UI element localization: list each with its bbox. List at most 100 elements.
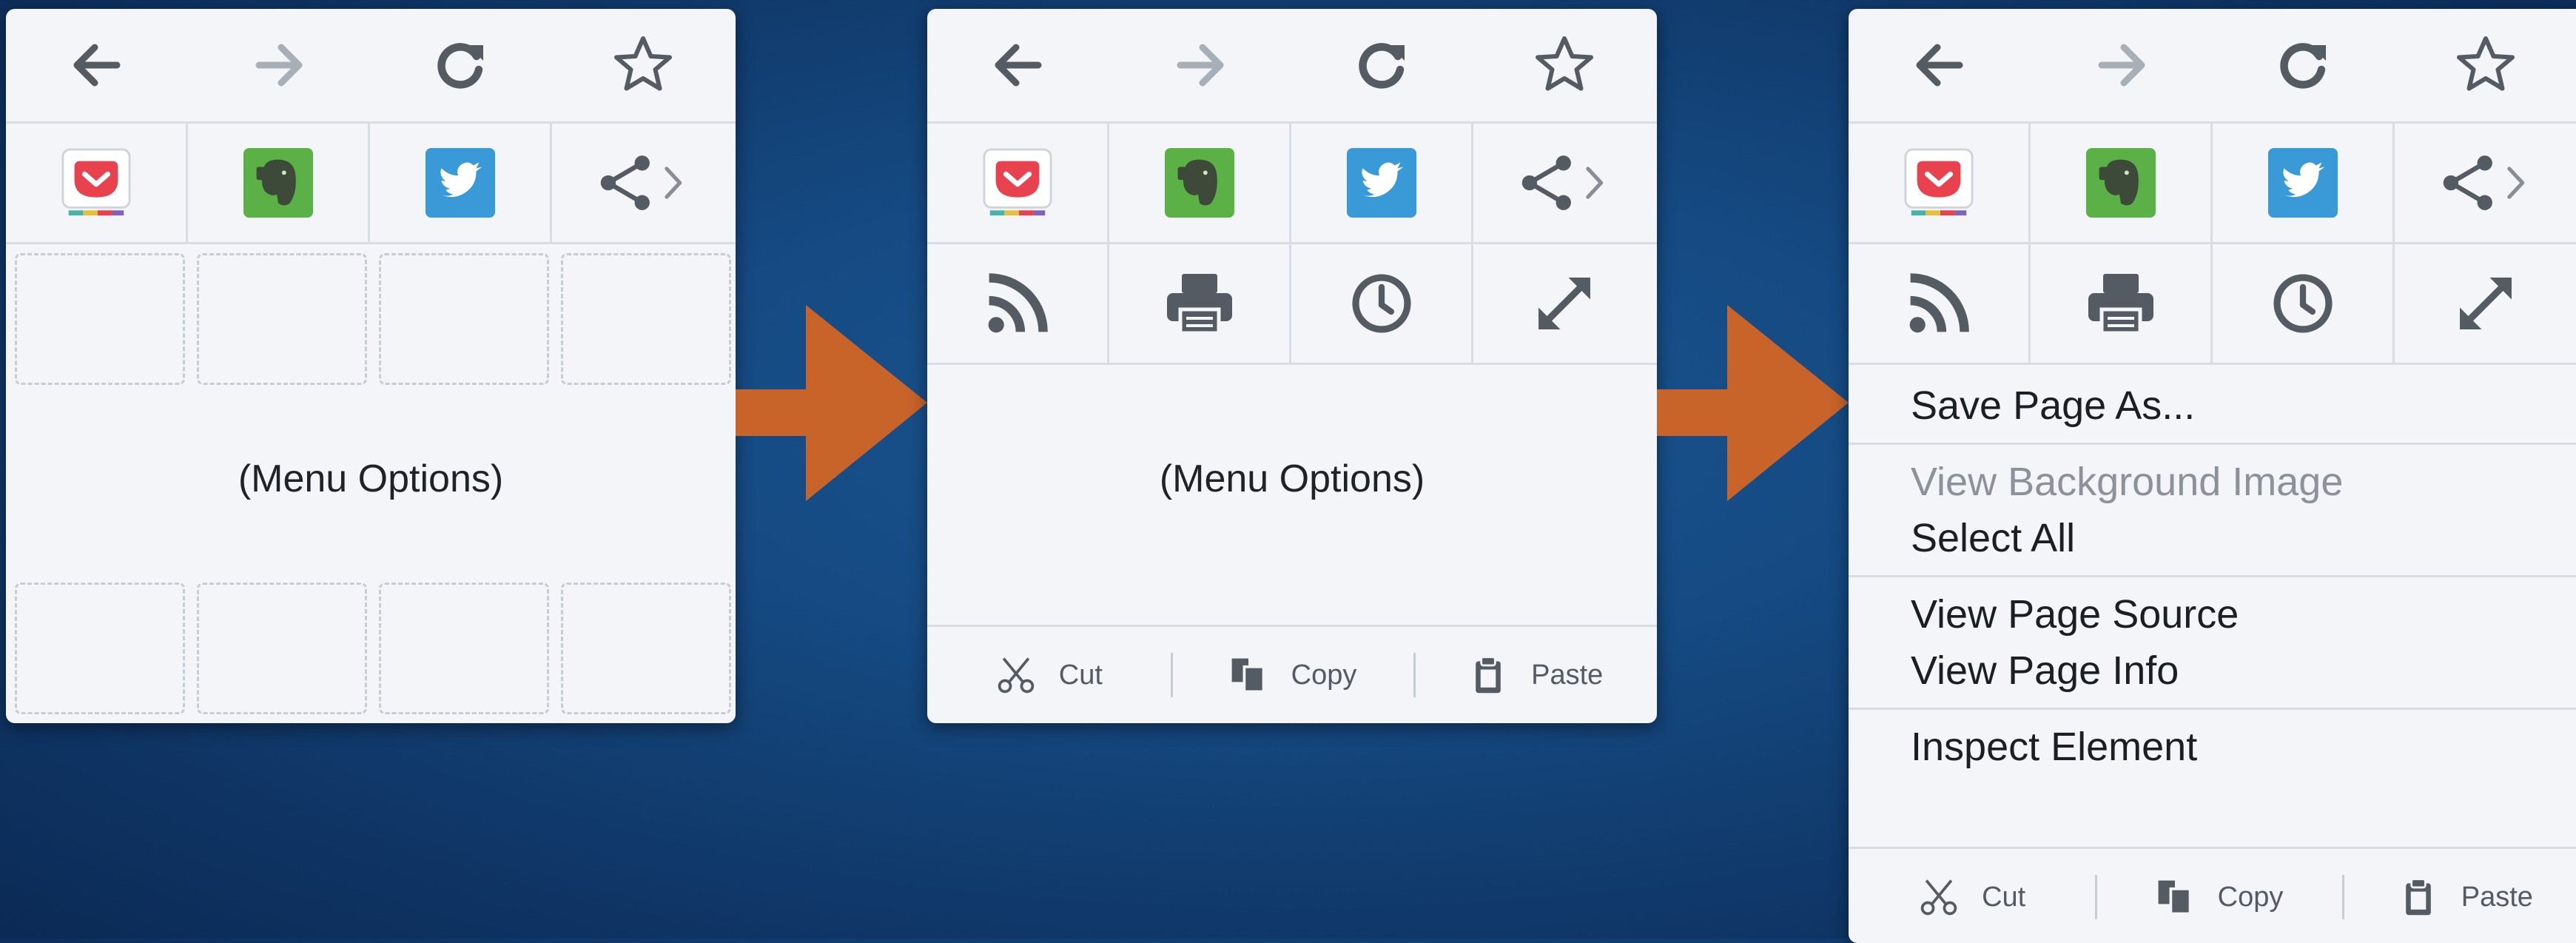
cut-button[interactable]: Cut [927, 627, 1171, 723]
share-icon [1521, 155, 1604, 210]
evernote-icon [243, 147, 313, 218]
history-button[interactable] [1291, 244, 1473, 363]
print-button[interactable] [1109, 244, 1291, 363]
copy-label: Copy [2217, 881, 2284, 913]
pocket-icon [982, 148, 1052, 216]
empty-slot-row-bottom [6, 583, 736, 714]
reload-icon [1359, 43, 1405, 89]
back-arrow-icon [73, 44, 121, 87]
print-icon [1166, 274, 1232, 335]
empty-slot-row-top [6, 253, 736, 385]
reload-button[interactable] [370, 9, 552, 121]
share-more-button[interactable] [552, 124, 734, 242]
copy-button[interactable]: Copy [1170, 627, 1414, 723]
bookmark-button[interactable] [1473, 9, 1655, 121]
paste-button[interactable]: Paste [1413, 627, 1657, 723]
history-clock-icon [2273, 274, 2333, 333]
empty-slot[interactable] [15, 583, 185, 714]
evernote-button[interactable] [1109, 124, 1291, 242]
menu-options-label: (Menu Options) [1159, 457, 1425, 500]
menu-panel-customized: (Menu Options) Cut Copy Paste [927, 9, 1657, 723]
menu-item-view-page-source[interactable]: View Page Source [1849, 586, 2576, 642]
fullscreen-icon [2460, 278, 2512, 329]
clipboard-icon [2405, 878, 2431, 916]
twitter-icon [425, 147, 495, 218]
reload-icon [2280, 43, 2326, 89]
fullscreen-button[interactable] [1473, 244, 1655, 363]
paste-button[interactable]: Paste [2341, 849, 2576, 943]
copy-icon [1231, 658, 1265, 694]
history-button[interactable] [2213, 244, 2395, 363]
evernote-icon [1164, 147, 1234, 218]
back-button[interactable] [1849, 9, 2031, 121]
evernote-button[interactable] [188, 124, 370, 242]
evernote-icon [2085, 147, 2156, 218]
paste-label: Paste [2461, 881, 2533, 913]
history-clock-icon [1351, 274, 1411, 333]
back-arrow-icon [995, 44, 1042, 87]
print-button[interactable] [2031, 244, 2213, 363]
pocket-button[interactable] [927, 124, 1109, 242]
reload-icon [437, 43, 483, 89]
empty-slot[interactable] [379, 253, 549, 385]
navigation-row [927, 9, 1657, 124]
empty-slot[interactable] [379, 583, 549, 714]
empty-slot[interactable] [561, 583, 731, 714]
pocket-button[interactable] [1849, 124, 2031, 242]
twitter-button[interactable] [2213, 124, 2395, 242]
share-row [6, 124, 736, 244]
rss-button[interactable] [1849, 244, 2031, 363]
menu-item-view-page-info[interactable]: View Page Info [1849, 642, 2576, 699]
evernote-button[interactable] [2031, 124, 2213, 242]
menu-item-select-all[interactable]: Select All [1849, 510, 2576, 566]
back-button[interactable] [6, 9, 188, 121]
scissors-icon [998, 657, 1035, 694]
twitter-button[interactable] [370, 124, 552, 242]
fullscreen-icon [1538, 278, 1590, 329]
share-more-button[interactable] [2395, 124, 2576, 242]
forward-arrow-icon [255, 44, 303, 87]
bookmark-button[interactable] [2395, 9, 2576, 121]
bookmark-button[interactable] [552, 9, 734, 121]
back-arrow-icon [1916, 44, 1963, 87]
transition-arrow [736, 305, 927, 501]
pocket-icon [1903, 148, 1974, 216]
transition-arrow [1657, 305, 1849, 501]
empty-slot[interactable] [15, 253, 185, 385]
reload-button[interactable] [2213, 9, 2395, 121]
empty-slot[interactable] [197, 253, 367, 385]
menu-item-save-page-as[interactable]: Save Page As... [1849, 377, 2576, 434]
menu-item-inspect-element[interactable]: Inspect Element [1849, 719, 2576, 775]
star-icon [2457, 36, 2515, 91]
copy-button[interactable]: Copy [2095, 849, 2341, 943]
rss-icon [1909, 273, 1969, 333]
navigation-row [6, 9, 736, 124]
twitter-button[interactable] [1291, 124, 1473, 242]
forward-button[interactable] [1109, 9, 1291, 121]
forward-button[interactable] [188, 9, 370, 121]
scissors-icon [1920, 879, 1957, 916]
menu-group: Inspect Element [1849, 710, 2576, 784]
empty-slot[interactable] [197, 583, 367, 714]
copy-icon [2158, 880, 2192, 916]
menu-group: Save Page As... [1849, 369, 2576, 445]
back-button[interactable] [927, 9, 1109, 121]
rss-icon [988, 273, 1048, 333]
navigation-row [1849, 9, 2576, 124]
share-icon [2443, 155, 2525, 210]
fullscreen-button[interactable] [2395, 244, 2576, 363]
cut-button[interactable]: Cut [1849, 849, 2095, 943]
share-more-button[interactable] [1473, 124, 1655, 242]
menu-panel-default: (Menu Options) [6, 9, 736, 723]
context-menu-list: Save Page As... View Background Image Se… [1849, 369, 2576, 784]
empty-slot[interactable] [561, 253, 731, 385]
menu-panel-context-items: Save Page As... View Background Image Se… [1849, 9, 2576, 943]
rss-button[interactable] [927, 244, 1109, 363]
pocket-button[interactable] [6, 124, 188, 242]
forward-button[interactable] [2031, 9, 2213, 121]
forward-arrow-icon [2098, 44, 2145, 87]
share-icon [600, 155, 682, 210]
copy-label: Copy [1291, 659, 1357, 691]
reload-button[interactable] [1291, 9, 1473, 121]
menu-group: View Background Image Select All [1849, 445, 2576, 577]
